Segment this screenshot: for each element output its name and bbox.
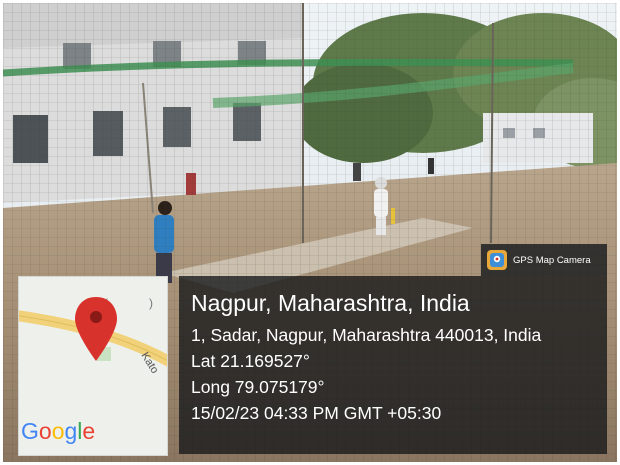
map-thumbnail[interactable]: ( ) Kato Google: [18, 276, 168, 456]
location-city: Nagpur, Maharashtra, India: [191, 290, 470, 316]
gps-map-camera-badge: GPS Map Camera: [481, 244, 607, 276]
location-info-panel: Nagpur, Maharashtra, India 1, Sadar, Nag…: [179, 276, 607, 454]
latitude: Lat 21.169527°: [191, 351, 310, 371]
location-address: 1, Sadar, Nagpur, Maharashtra 440013, In…: [191, 325, 542, 345]
map-bracket-right: ): [149, 296, 153, 310]
longitude: Long 79.075179°: [191, 377, 325, 397]
gps-map-camera-app-icon: [487, 250, 507, 270]
badge-label: GPS Map Camera: [513, 254, 591, 266]
timestamp: 15/02/23 04:33 PM GMT +05:30: [191, 403, 442, 423]
google-logo: Google: [21, 418, 95, 444]
map-graphic: ( ) Kato Google: [19, 277, 167, 455]
